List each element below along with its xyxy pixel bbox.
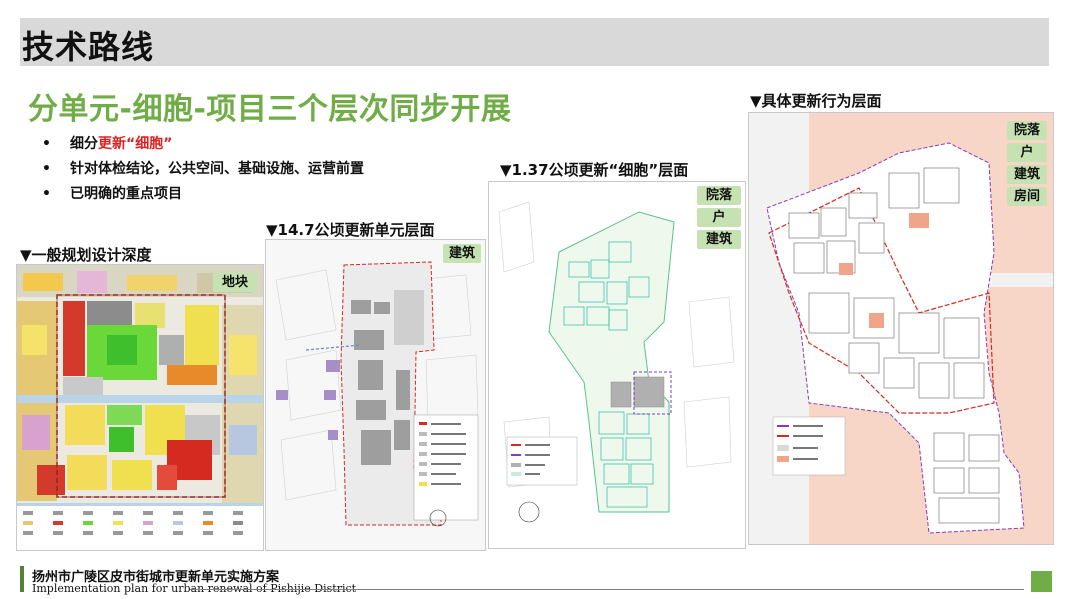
- caption-general: ▼一般规划设计深度: [20, 246, 152, 264]
- bullet-text: 已明确的重点项目: [70, 186, 182, 202]
- tag-room: 房间: [1007, 187, 1047, 206]
- bullet-list: 细分更新“细胞” 针对体检结论，公共空间、基础设施、运营前置 已明确的重点项目: [42, 132, 364, 207]
- tag-building: 建筑: [697, 230, 741, 249]
- caption-detail: ▼具体更新行为层面: [750, 92, 882, 110]
- tag-courtyard: 院落: [1007, 121, 1047, 140]
- bullet-item: 细分更新“细胞”: [42, 132, 364, 157]
- bullet-item: 针对体检结论，公共空间、基础设施、运营前置: [42, 157, 364, 182]
- map-panel-unit: 建筑: [265, 239, 486, 551]
- tag-building: 建筑: [1007, 165, 1047, 184]
- footer-divider: [190, 589, 1024, 590]
- tag-household: 户: [697, 208, 741, 227]
- tag-plot: 地块: [213, 273, 257, 292]
- tag-household: 户: [1007, 143, 1047, 162]
- page-title: 技术路线: [22, 28, 155, 66]
- footer-accent-bar: [20, 566, 24, 592]
- caption-cell: ▼1.37公顷更新“细胞”层面: [500, 161, 689, 179]
- bullet-text: 针对体检结论，公共空间、基础设施、运营前置: [70, 161, 364, 177]
- map-panel-detail: 院落 户 建筑 房间: [748, 112, 1054, 545]
- map-panel-general: 地块: [16, 264, 264, 551]
- map-panel-cell: 院落 户 建筑: [488, 181, 746, 549]
- title-bar: [20, 18, 1049, 66]
- unit-building-map: [266, 240, 485, 550]
- bullet-prefix: 细分: [70, 136, 98, 152]
- tag-building: 建筑: [443, 244, 481, 263]
- slide-subtitle: 分单元-细胞-项目三个层次同步开展: [28, 92, 512, 127]
- bullet-item: 已明确的重点项目: [42, 182, 364, 207]
- tag-courtyard: 院落: [697, 186, 741, 205]
- caption-unit: ▼14.7公顷更新单元层面: [266, 221, 435, 239]
- bullet-highlight: 更新“细胞”: [98, 136, 173, 152]
- land-use-map: [17, 265, 263, 550]
- footer-square: [1031, 571, 1052, 592]
